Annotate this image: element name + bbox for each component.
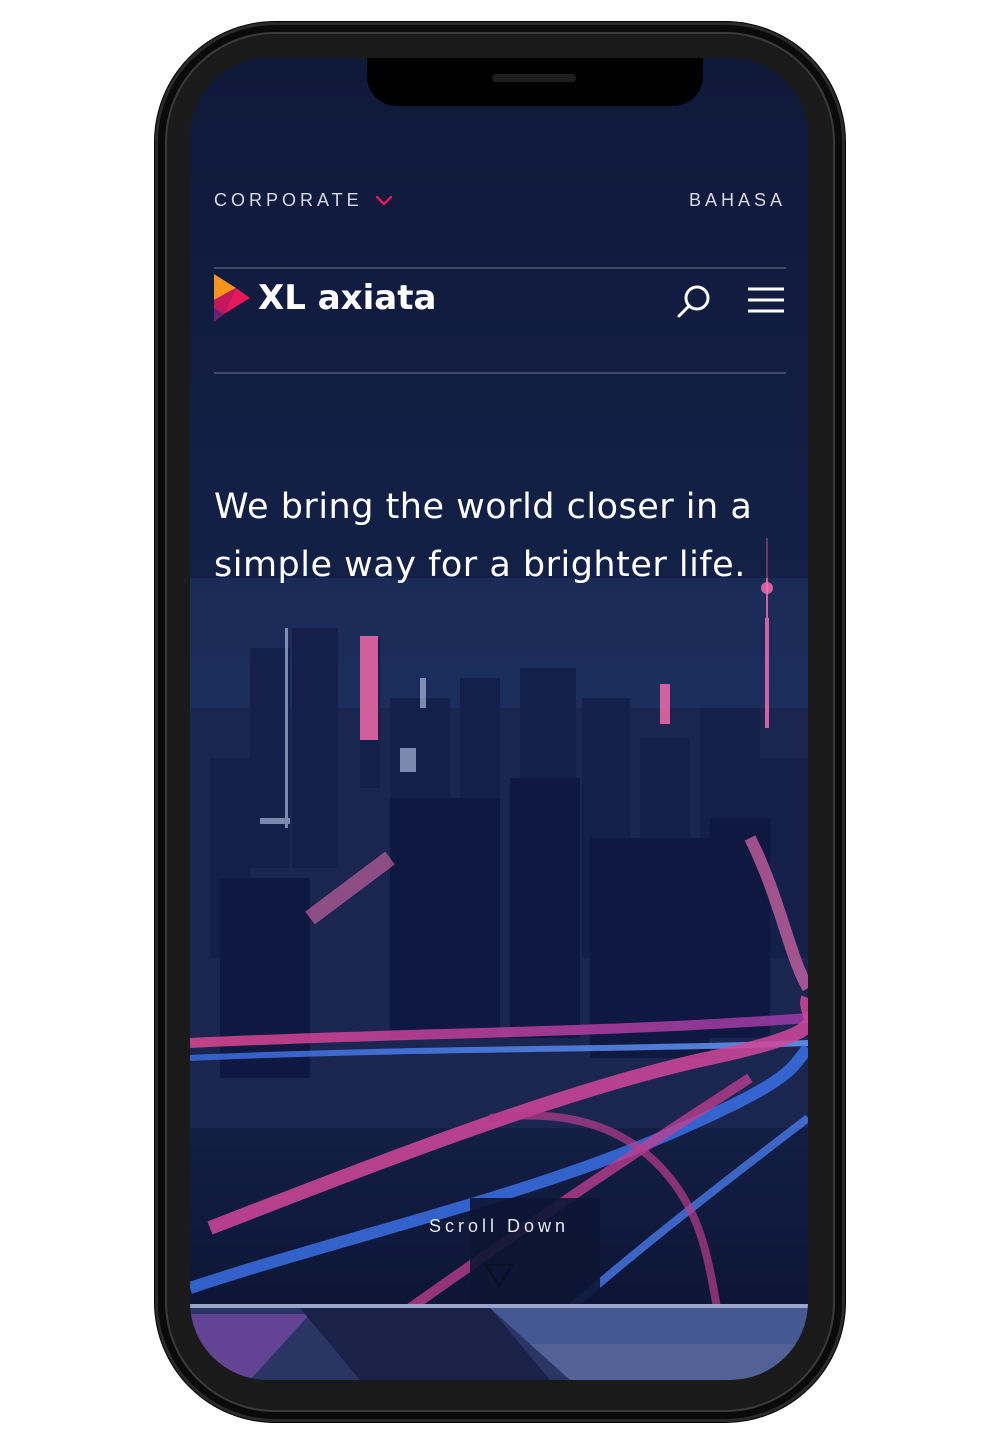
- top-utility-bar: CORPORATE BAHASA: [214, 190, 786, 220]
- phone-screen: CORPORATE BAHASA XL axiata We bring the …: [190, 58, 808, 1380]
- main-navbar: XL axiata: [214, 270, 786, 340]
- header-divider-bottom: [214, 372, 786, 374]
- scroll-down-label[interactable]: Scroll Down: [190, 1216, 808, 1237]
- corporate-label: CORPORATE: [214, 190, 363, 210]
- corporate-dropdown[interactable]: CORPORATE: [214, 190, 393, 211]
- header-divider-top: [214, 267, 786, 269]
- chevron-down-icon: [375, 195, 392, 205]
- next-section-preview: [190, 1304, 808, 1380]
- hero-background-image: [190, 58, 808, 1380]
- triangle-down-icon[interactable]: [483, 1262, 515, 1290]
- phone-speaker: [492, 74, 576, 82]
- phone-frame: CORPORATE BAHASA XL axiata We bring the …: [155, 22, 845, 1422]
- xl-logo-mark-icon: [214, 274, 250, 322]
- hero-tagline: We bring the world closer in a simple wa…: [214, 487, 753, 585]
- phone-notch: [367, 58, 703, 106]
- brand-name: XL axiata: [258, 278, 437, 318]
- language-switch-link[interactable]: BAHASA: [689, 190, 786, 211]
- brand-logo[interactable]: XL axiata: [214, 274, 436, 322]
- hamburger-menu-icon[interactable]: [746, 284, 786, 318]
- search-icon[interactable]: [674, 282, 714, 322]
